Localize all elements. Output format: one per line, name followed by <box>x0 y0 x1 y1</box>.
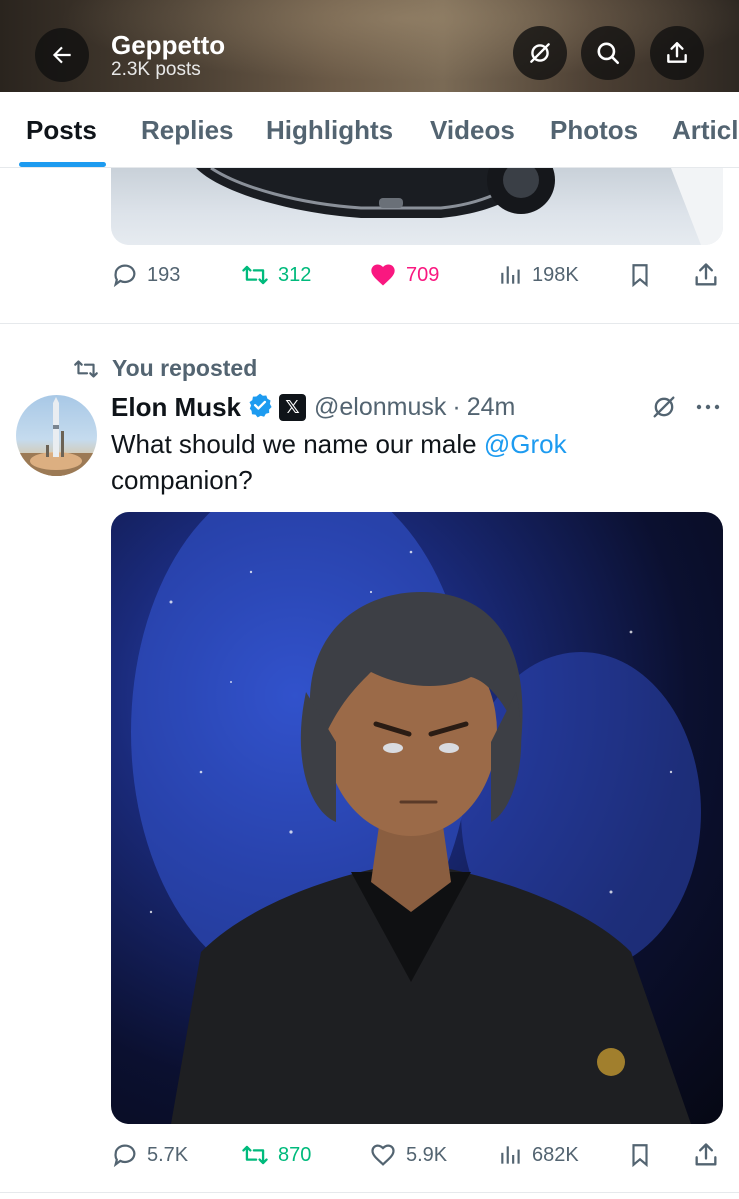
share-post-button[interactable] <box>692 255 720 295</box>
author-name[interactable]: Elon Musk <box>111 392 241 423</box>
verified-badge <box>247 392 273 423</box>
repost-count: 312 <box>278 263 312 286</box>
profile-tabs: Posts Replies Highlights Videos Photos A… <box>0 92 739 168</box>
view-count: 682K <box>532 1143 579 1166</box>
grok-icon <box>653 396 675 418</box>
post-text-part: What should we name our male <box>111 429 484 459</box>
x-affiliate-badge: 𝕏 <box>279 393 307 421</box>
like-button[interactable]: 709 <box>368 255 439 295</box>
anime-character-image <box>131 512 701 1124</box>
repost-label: You reposted <box>112 355 258 381</box>
bookmark-icon <box>632 264 648 288</box>
repost-count: 870 <box>278 1143 312 1166</box>
tab-videos[interactable]: Videos <box>430 114 515 146</box>
reply-count: 5.7K <box>147 1143 189 1166</box>
post-text-part: companion? <box>111 465 253 495</box>
post-media-image[interactable] <box>111 168 723 245</box>
back-button[interactable] <box>35 28 89 82</box>
post-media-image[interactable] <box>111 512 723 1124</box>
view-count: 198K <box>532 263 579 286</box>
reply-icon <box>113 264 136 288</box>
repost-indicator: You reposted <box>72 355 257 382</box>
views-button[interactable]: 682K <box>498 1135 579 1175</box>
tab-replies[interactable]: Replies <box>141 114 234 146</box>
repost-icon <box>74 359 98 378</box>
repost-icon <box>242 1145 268 1165</box>
author-handle[interactable]: @elonmusk <box>314 393 446 422</box>
bookmark-button[interactable] <box>627 255 653 295</box>
tab-photos[interactable]: Photos <box>550 114 638 146</box>
reply-count: 193 <box>147 263 181 286</box>
rocket-avatar-image <box>16 397 97 476</box>
reply-button[interactable]: 193 <box>111 255 180 295</box>
bookmark-button[interactable] <box>627 1135 653 1175</box>
more-options-button[interactable] <box>694 395 722 424</box>
separator: · <box>452 392 461 421</box>
active-tab-indicator <box>19 162 106 167</box>
more-icon <box>696 404 720 410</box>
like-button[interactable]: 5.9K <box>368 1135 447 1175</box>
car-image <box>196 168 723 245</box>
tab-posts[interactable]: Posts <box>26 114 97 146</box>
share-icon <box>695 1143 717 1166</box>
like-count: 5.9K <box>406 1143 448 1166</box>
bookmark-icon <box>632 1144 648 1168</box>
tab-highlights[interactable]: Highlights <box>266 114 393 146</box>
repost-button[interactable]: 312 <box>240 255 311 295</box>
repost-icon <box>242 265 268 285</box>
heart-icon <box>371 1144 395 1166</box>
share-post-button[interactable] <box>692 1135 720 1175</box>
verified-icon <box>249 393 272 417</box>
reply-icon <box>113 1144 136 1168</box>
heart-filled-icon <box>371 264 395 286</box>
search-icon <box>597 42 620 65</box>
views-icon <box>501 1146 520 1164</box>
share-icon <box>695 263 717 286</box>
reply-button[interactable]: 5.7K <box>111 1135 188 1175</box>
post-text: What should we name our male @Grok compa… <box>111 426 711 498</box>
views-icon <box>501 266 520 284</box>
views-button[interactable]: 198K <box>498 255 579 295</box>
post-time[interactable]: 24m <box>467 393 516 422</box>
post-count: 2.3K posts <box>111 59 201 80</box>
like-count: 709 <box>406 263 440 286</box>
grok-explain-button[interactable] <box>650 393 678 426</box>
back-arrow-icon <box>52 46 71 64</box>
grok-button[interactable] <box>513 26 567 80</box>
share-button[interactable] <box>650 26 704 80</box>
post-actions: 193 312 709 198K <box>0 255 739 295</box>
mention-link[interactable]: @Grok <box>484 429 567 459</box>
tab-articles[interactable]: Articles <box>672 114 739 146</box>
profile-name: Geppetto <box>111 30 226 60</box>
post-divider <box>0 1192 739 1193</box>
post-actions: 5.7K 870 5.9K 682K <box>0 1135 739 1175</box>
repost-button[interactable]: 870 <box>240 1135 311 1175</box>
profile-header: Geppetto 2.3K posts <box>0 0 739 92</box>
search-button[interactable] <box>581 26 635 80</box>
avatar[interactable] <box>16 395 97 476</box>
grok-icon <box>530 43 550 63</box>
post-header: Elon Musk 𝕏 @elonmusk · 24m <box>111 390 515 424</box>
post-divider <box>0 323 739 324</box>
share-icon <box>667 42 687 63</box>
